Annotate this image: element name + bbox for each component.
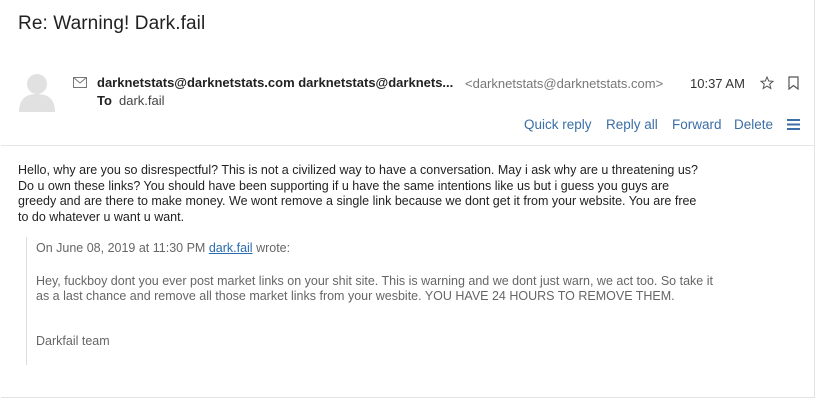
quote-signature: Darkfail team — [36, 334, 110, 348]
email-time: 10:37 AM — [690, 76, 745, 91]
quoted-message: On June 08, 2019 at 11:30 PM dark.fail w… — [26, 237, 717, 365]
recipient[interactable]: dark.fail — [119, 93, 165, 108]
email-subject: Re: Warning! Dark.fail — [18, 13, 206, 34]
sender-names[interactable]: darknetstats@darknetstats.com darknetsta… — [97, 75, 453, 90]
to-label: To — [97, 93, 112, 108]
sender-address: <darknetstats@darknetstats.com> — [465, 76, 664, 91]
envelope-icon — [73, 77, 87, 88]
message-body: Hello, why are you so disrespectful? Thi… — [18, 163, 698, 224]
quote-header: On June 08, 2019 at 11:30 PM dark.fail w… — [36, 241, 290, 255]
forward-button[interactable]: Forward — [672, 117, 722, 132]
quick-reply-button[interactable]: Quick reply — [524, 117, 592, 132]
quote-author-link[interactable]: dark.fail — [209, 241, 253, 255]
delete-button[interactable]: Delete — [734, 117, 773, 132]
quote-body: Hey, fuckboy dont you ever post market l… — [36, 274, 713, 303]
avatar — [19, 74, 55, 112]
bookmark-icon[interactable] — [788, 76, 799, 90]
header-divider — [1, 145, 814, 146]
reply-all-button[interactable]: Reply all — [606, 117, 658, 132]
hamburger-menu-icon[interactable] — [787, 119, 800, 130]
star-icon[interactable] — [760, 76, 774, 90]
quote-header-prefix: On June 08, 2019 at 11:30 PM — [36, 241, 209, 255]
quote-header-suffix: wrote: — [252, 241, 291, 255]
